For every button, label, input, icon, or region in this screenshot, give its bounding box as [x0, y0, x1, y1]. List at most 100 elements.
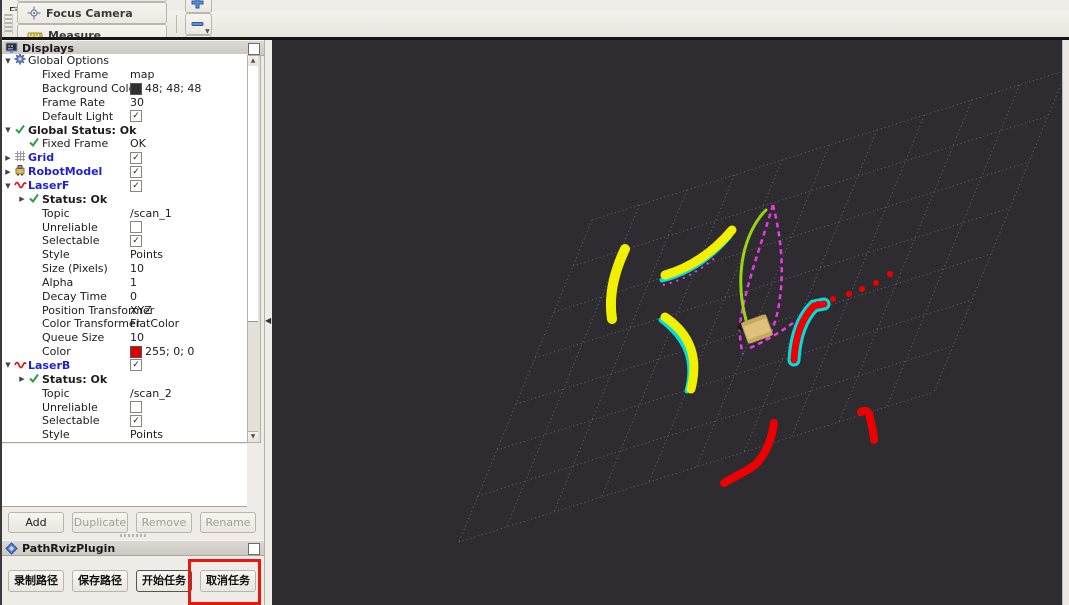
expand-down-icon[interactable]: ▼ [2, 57, 14, 65]
row-label: Frame Rate [42, 95, 105, 109]
tree-row-size-pixels-[interactable]: Size (Pixels) 10 [2, 262, 248, 276]
tree-row-laserb[interactable]: ▼ LaserB ✓ [2, 359, 248, 373]
row-label: Fixed Frame [42, 68, 109, 82]
row-value[interactable]: /scan_2 [130, 387, 172, 400]
tree-row-global-status-ok[interactable]: ▼ Global Status: Ok [2, 123, 248, 137]
tree-row-topic[interactable]: Topic/scan_2 [2, 386, 248, 400]
expand-down-icon[interactable]: ▼ [2, 361, 14, 369]
tree-row-position-transformer[interactable]: Position Transformer XYZ [2, 303, 248, 317]
pathrviz-button-3[interactable]: 开始任务 [136, 570, 192, 592]
tree-row-grid[interactable]: ▶ Grid ✓ [2, 151, 248, 165]
row-checkbox[interactable]: ✓ [130, 234, 142, 247]
expand-right-icon[interactable]: ▶ [16, 195, 28, 203]
expand-down-icon[interactable]: ▼ [2, 126, 14, 134]
tree-row-fixed-frame[interactable]: Fixed Frame OK [2, 137, 248, 151]
row-value[interactable]: Points [130, 248, 163, 261]
tree-row-robotmodel[interactable]: ▶ RobotModel ✓ [2, 165, 248, 179]
pathrviz-button-4[interactable]: 取消任务 [200, 570, 256, 592]
remove-button[interactable]: Remove [136, 512, 192, 533]
toolbar: InteractMove CameraSelectFocus CameraMea… [2, 0, 1069, 112]
rename-button[interactable]: Rename [200, 512, 256, 533]
tree-row-queue-size[interactable]: Queue Size 10 [2, 331, 248, 345]
robot-icon [14, 164, 28, 179]
tree-row-global-options[interactable]: ▼ Global Options [2, 54, 248, 68]
row-value[interactable]: 48; 48; 48 [130, 82, 201, 95]
row-label: RobotModel [28, 165, 103, 179]
path-right [764, 204, 784, 341]
tree-row-decay-time[interactable]: Decay Time 0 [2, 289, 248, 303]
tree-row-status-ok[interactable]: ▶ Status: Ok [2, 372, 248, 386]
displays-scrollbar[interactable]: ▲ ▼ [247, 55, 261, 443]
expand-right-icon[interactable]: ▶ [16, 375, 28, 383]
add-tool-button[interactable] [184, 0, 212, 13]
pathrviz-panel-title: PathRvizPlugin [22, 541, 116, 555]
remove-tool-button[interactable]: ▼ [184, 13, 212, 35]
expand-right-icon[interactable]: ▶ [2, 168, 14, 176]
panel-splitter-grip[interactable] [120, 534, 146, 537]
tree-row-style[interactable]: Style Points [2, 428, 248, 442]
toolbar-drag-handle[interactable] [4, 14, 13, 34]
scrollbar-thumb[interactable] [248, 66, 258, 322]
row-label: Default Light [42, 109, 114, 123]
tree-row-alpha[interactable]: Alpha 1 [2, 276, 248, 290]
row-value[interactable]: OK [130, 137, 146, 150]
pathrviz-button-1[interactable]: 录制路径 [8, 570, 64, 592]
duplicate-button[interactable]: Duplicate [72, 512, 128, 533]
pathrviz-float-button[interactable] [248, 543, 260, 555]
pathrviz-panel-header[interactable]: PathRvizPlugin [2, 540, 264, 556]
display-description-area [2, 444, 247, 507]
row-label: Global Options [28, 54, 110, 68]
tree-row-color[interactable]: Color 255; 0; 0 [2, 345, 248, 359]
row-value[interactable]: 1 [130, 276, 137, 289]
tree-row-laserf[interactable]: ▼ LaserF ✓ [2, 179, 248, 193]
check-icon [28, 136, 42, 151]
row-value[interactable]: FlatColor [130, 317, 179, 330]
tree-row-topic[interactable]: Topic/scan_1 [2, 206, 248, 220]
row-label: Background Color [42, 82, 140, 96]
row-checkbox[interactable]: ✓ [130, 414, 142, 427]
row-value[interactable]: Points [130, 428, 163, 441]
tree-row-default-light[interactable]: Default Light ✓ [2, 109, 248, 123]
tree-row-unreliable[interactable]: Unreliable [2, 220, 248, 234]
minus-icon [191, 20, 204, 29]
row-value[interactable]: XYZ [130, 304, 152, 317]
tool-focus-camera[interactable]: Focus Camera [17, 2, 167, 24]
row-checkbox[interactable]: ✓ [130, 165, 142, 178]
tree-row-color-transformer[interactable]: Color Transformer FlatColor [2, 317, 248, 331]
row-checkbox[interactable]: ✓ [130, 151, 142, 164]
tree-row-background-color[interactable]: Background Color 48; 48; 48 [2, 82, 248, 96]
tree-row-fixed-frame[interactable]: Fixed Frame map [2, 68, 248, 82]
3d-viewport[interactable] [272, 40, 1068, 605]
add-button[interactable]: Add [8, 512, 64, 533]
displays-icon [5, 42, 18, 53]
tree-row-status-ok[interactable]: ▶ Status: Ok [2, 192, 248, 206]
expand-down-icon[interactable]: ▼ [2, 182, 14, 190]
row-value[interactable]: map [130, 68, 154, 81]
splitter-collapse-icon[interactable]: ◀ [265, 316, 271, 325]
row-checkbox[interactable]: ✓ [130, 110, 142, 123]
row-value[interactable]: 255; 0; 0 [130, 345, 194, 358]
row-label: Topic [42, 206, 70, 220]
tree-row-selectable[interactable]: Selectable ✓ [2, 234, 248, 248]
row-checkbox[interactable]: ✓ [130, 179, 142, 192]
tree-row-unreliable[interactable]: Unreliable [2, 400, 248, 414]
pathrviz-button-2[interactable]: 保存路径 [72, 570, 128, 592]
row-value[interactable]: /scan_1 [130, 207, 172, 220]
row-checkbox[interactable]: ✓ [130, 359, 142, 372]
row-label: Global Status: Ok [28, 123, 137, 137]
row-checkbox[interactable] [130, 221, 142, 234]
row-value[interactable]: 10 [130, 331, 144, 344]
tree-row-style[interactable]: Style Points [2, 248, 248, 262]
displays-float-button[interactable] [248, 43, 260, 55]
row-value[interactable]: 0 [130, 290, 137, 303]
row-value[interactable]: 10 [130, 262, 144, 275]
scroll-down-icon[interactable]: ▼ [248, 431, 258, 442]
left-panel: Displays ▼ Global Options Fixed Frame map Ba… [2, 40, 265, 605]
tree-row-selectable[interactable]: Selectable ✓ [2, 414, 248, 428]
row-value[interactable]: 30 [130, 96, 144, 109]
check-icon [14, 123, 28, 138]
row-checkbox[interactable] [130, 401, 142, 414]
expand-right-icon[interactable]: ▶ [2, 154, 14, 162]
row-label: Selectable [42, 414, 100, 428]
tree-row-frame-rate[interactable]: Frame Rate 30 [2, 96, 248, 110]
